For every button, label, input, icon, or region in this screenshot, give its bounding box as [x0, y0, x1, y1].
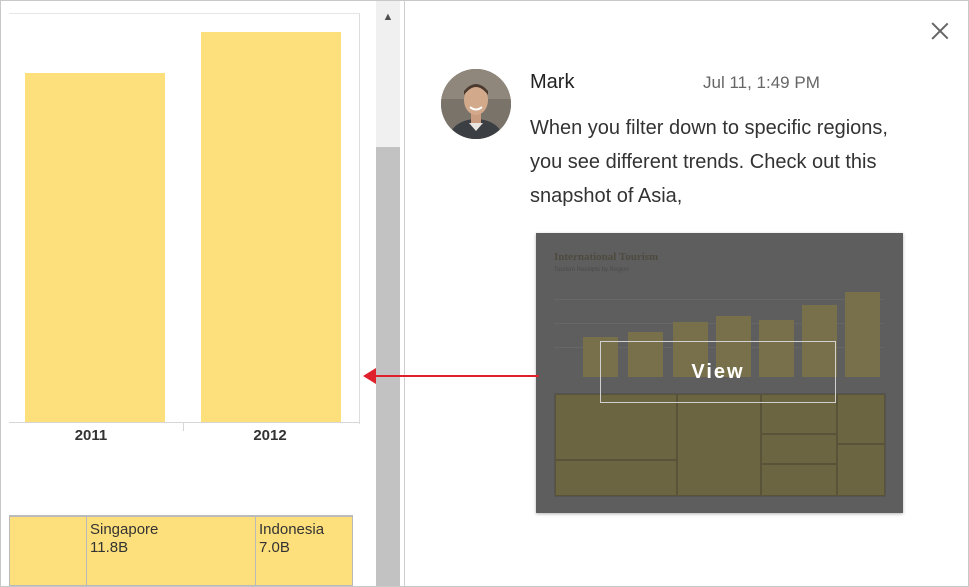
avatar-photo — [441, 69, 511, 139]
comment-text: When you filter down to specific regions… — [530, 117, 888, 207]
treemap-cell-value: 7.0B — [259, 539, 290, 556]
snapshot-gridline — [554, 299, 884, 300]
bar-2012[interactable] — [201, 32, 341, 423]
snapshot-treemap — [554, 393, 886, 497]
x-axis-tick — [183, 423, 184, 431]
x-axis-label-2012: 2012 — [253, 427, 287, 444]
snapshot-treemap-cell — [677, 394, 761, 496]
comment-panel: Mark Jul 11, 1:49 PM When you filter dow… — [405, 1, 968, 586]
bar-chart — [9, 13, 360, 424]
x-axis-label-2011: 2011 — [74, 427, 108, 444]
snapshot-treemap-cell — [761, 434, 837, 464]
snapshot-viz-title: International Tourism — [554, 251, 659, 263]
treemap-cell-indonesia[interactable]: Indonesia 7.0B — [255, 516, 353, 586]
comment-author: Mark — [530, 71, 575, 93]
treemap-cell-country: Singapore — [90, 521, 159, 538]
snapshot-treemap-cell — [761, 464, 837, 496]
comment-timestamp: Jul 11, 1:49 PM — [703, 73, 820, 92]
treemap-cell-value: 11.8B — [90, 539, 129, 556]
avatar — [441, 69, 511, 139]
treemap: Singapore 11.8B Indonesia 7.0B — [9, 515, 353, 586]
treemap-cell-singapore[interactable]: Singapore 11.8B — [86, 516, 256, 586]
arrow-left-icon — [363, 368, 376, 384]
snapshot-treemap-cell — [837, 394, 885, 444]
callout-arrow-line — [373, 375, 539, 377]
snapshot-thumbnail[interactable]: International Tourism Tourism Receipts b… — [536, 233, 903, 513]
snapshot-treemap-cell — [837, 444, 885, 496]
scroll-up-arrow-icon[interactable]: ▲ — [376, 7, 400, 27]
treemap-cell[interactable] — [9, 516, 87, 586]
snapshot-treemap-cell — [555, 394, 677, 460]
dashboard-viz: 2011 2012 Singapore 11.8B Indonesia 7.0B — [1, 1, 376, 586]
bar-2011[interactable] — [25, 73, 165, 423]
scroll-thumb[interactable] — [376, 147, 400, 586]
x-axis-line — [9, 422, 359, 423]
snapshot-viz-subtitle: Tourism Receipts by Region — [554, 267, 629, 273]
view-snapshot-button[interactable]: View — [600, 341, 836, 403]
window: 2011 2012 Singapore 11.8B Indonesia 7.0B… — [0, 0, 969, 587]
vertical-scrollbar[interactable]: ▲ — [376, 1, 400, 586]
treemap-cell-country: Indonesia — [259, 521, 325, 538]
snapshot-bar — [845, 292, 880, 377]
snapshot-treemap-cell — [555, 460, 677, 496]
close-icon[interactable] — [925, 16, 955, 46]
